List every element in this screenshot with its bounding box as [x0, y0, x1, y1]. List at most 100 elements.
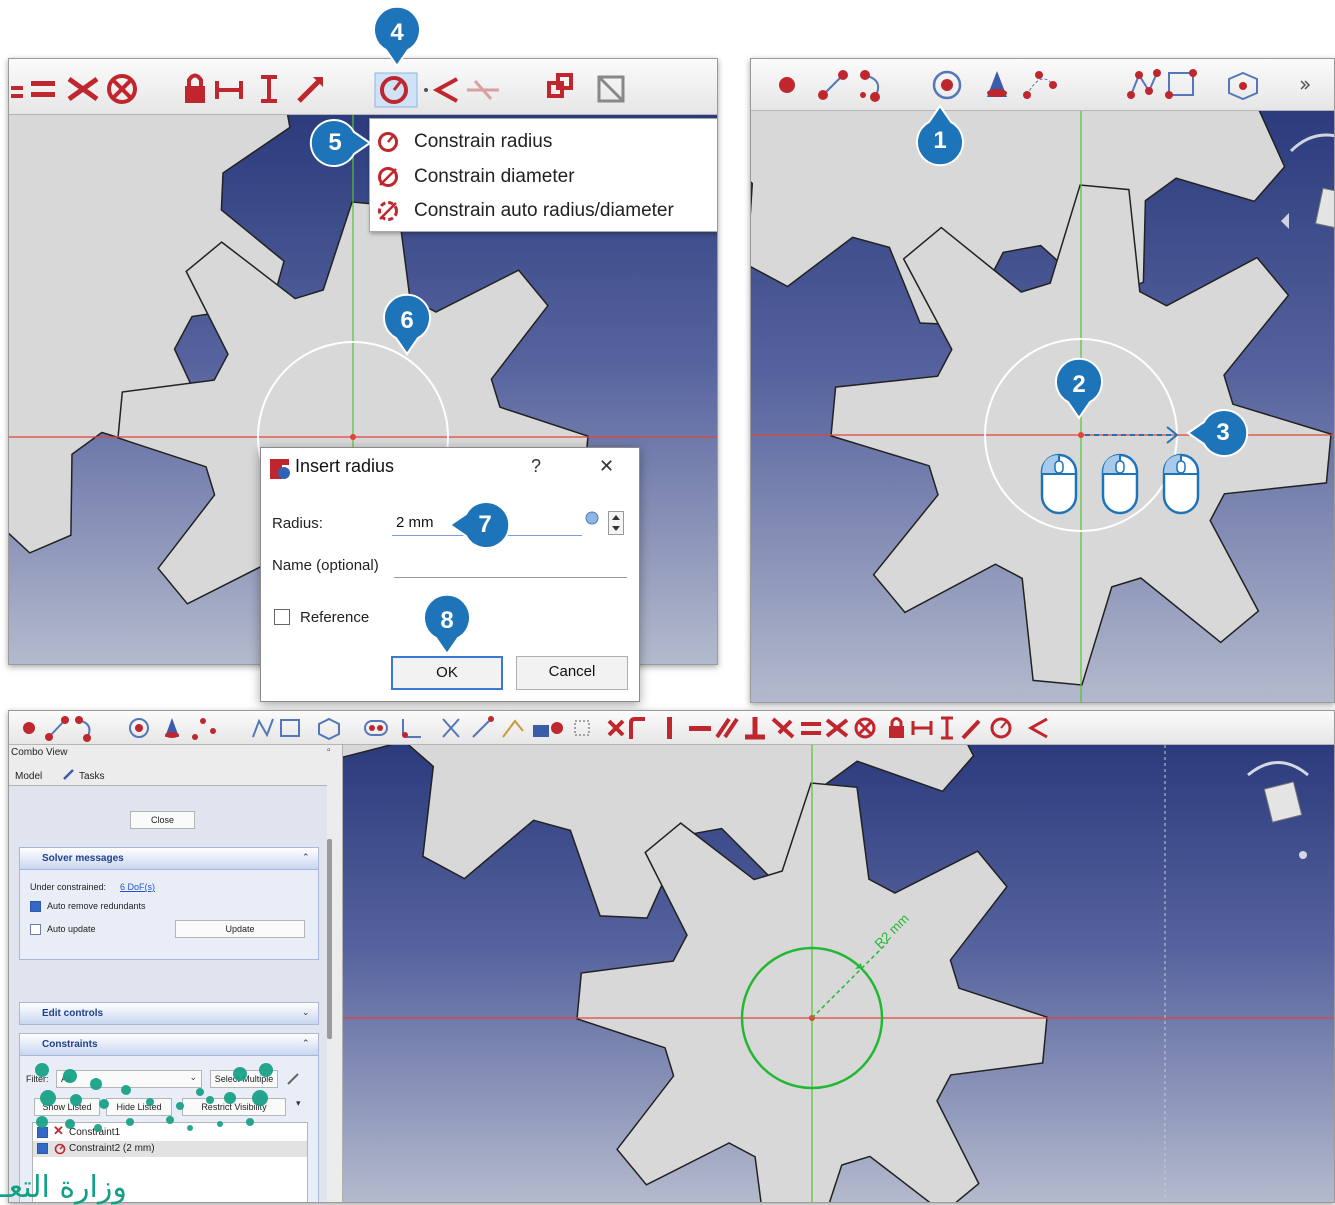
horizontal-distance-icon[interactable] [215, 81, 243, 99]
watermark-dot [36, 1116, 48, 1128]
chevron-down-icon[interactable]: ▾ [296, 1098, 301, 1109]
horizontal-icon[interactable] [689, 726, 711, 731]
scrollbar[interactable] [327, 839, 332, 1039]
menu-item-constrain-radius[interactable]: Constrain radius [370, 125, 717, 159]
tab-model[interactable]: Model [15, 771, 42, 782]
symmetric-icon[interactable] [67, 76, 99, 102]
angle-icon[interactable] [432, 77, 458, 103]
3d-viewport[interactable] [751, 111, 1334, 702]
arc-icon[interactable] [860, 70, 880, 102]
distance-icon[interactable] [961, 719, 981, 740]
extend-icon[interactable] [472, 716, 494, 738]
sketcher-geometry-toolbar [751, 59, 1334, 111]
point-icon[interactable] [779, 77, 795, 93]
polyline-icon[interactable] [1127, 69, 1161, 99]
line-icon[interactable] [45, 716, 69, 741]
circle-icon[interactable] [129, 718, 149, 738]
navigation-cube-icon[interactable] [1281, 133, 1335, 231]
tangent-icon[interactable] [771, 717, 795, 739]
bspline-icon[interactable] [1023, 71, 1057, 99]
equal-icon[interactable] [801, 722, 821, 735]
vertical-distance-icon[interactable] [941, 716, 953, 740]
toggle-driving-icon[interactable] [547, 73, 573, 98]
constraint-visibility-checkbox[interactable] [37, 1143, 48, 1154]
point-on-object-icon[interactable] [629, 717, 645, 739]
distance-icon[interactable] [297, 77, 323, 103]
expression-icon[interactable] [584, 510, 600, 526]
line-icon[interactable] [818, 70, 848, 100]
point-icon[interactable] [23, 722, 35, 734]
trim-icon[interactable] [442, 718, 460, 738]
callout-number: 3 [1216, 419, 1230, 446]
name-input[interactable] [394, 552, 627, 578]
dropdown-arrow-icon[interactable] [424, 88, 428, 92]
toolbar-overflow-icon[interactable] [1300, 80, 1311, 90]
horizontal-distance-icon[interactable] [911, 721, 933, 735]
reference-checkbox[interactable] [274, 609, 290, 625]
carbon-copy-icon[interactable] [533, 722, 563, 737]
3d-viewport[interactable]: R2 mm [343, 745, 1334, 1202]
help-button[interactable]: ? [531, 456, 541, 477]
bspline-icon[interactable] [192, 718, 216, 740]
expand-icon[interactable]: ⌄ [302, 1007, 310, 1018]
polygon-icon[interactable] [1228, 71, 1258, 101]
snell-law-icon[interactable] [467, 80, 499, 100]
callout-number: 7 [478, 511, 492, 538]
collapse-icon[interactable]: ⌃ [302, 1038, 310, 1049]
constrain-auto-radius-diameter-icon [378, 201, 398, 221]
cancel-button[interactable]: Cancel [516, 656, 628, 690]
menu-item-constrain-diameter[interactable]: Constrain diameter [370, 160, 717, 194]
external-geometry-icon[interactable] [502, 719, 524, 738]
update-button[interactable]: Update [175, 920, 305, 938]
solver-messages-header[interactable]: Solver messages [20, 848, 318, 870]
rectangle-icon[interactable] [280, 719, 300, 737]
constrain-radius-icon[interactable] [374, 72, 418, 108]
list-item[interactable]: Constraint2 (2 mm) [33, 1141, 307, 1157]
constrain-radius-icon[interactable] [990, 717, 1012, 739]
auto-update-checkbox[interactable] [30, 924, 41, 935]
lock-icon[interactable] [185, 73, 205, 104]
conic-icon[interactable] [987, 71, 1007, 97]
angle-icon[interactable] [1027, 717, 1048, 739]
symmetric-icon[interactable] [825, 718, 849, 738]
coincident-icon[interactable] [607, 719, 625, 737]
collapse-icon[interactable]: ⌃ [302, 852, 310, 863]
polygon-icon[interactable] [318, 717, 340, 741]
dof-link[interactable]: 6 DoF(s) [120, 882, 155, 892]
watermark-dot [187, 1125, 193, 1131]
conic-icon[interactable] [165, 718, 179, 738]
watermark-dot [196, 1088, 204, 1096]
close-button[interactable]: ✕ [599, 456, 614, 477]
close-task-button[interactable]: Close [130, 811, 195, 829]
block-icon[interactable] [854, 717, 876, 739]
parallel-icon[interactable] [715, 717, 739, 739]
step-callout-3: 3 [1186, 409, 1249, 457]
tab-tasks[interactable]: Tasks [79, 771, 105, 782]
perpendicular-icon[interactable] [745, 717, 765, 740]
lock-icon[interactable] [889, 717, 904, 739]
navigation-cube-icon[interactable] [1247, 761, 1309, 860]
block-icon[interactable] [107, 74, 137, 104]
vertical-icon[interactable] [667, 717, 672, 739]
vertical-distance-icon[interactable] [261, 75, 277, 103]
watermark-dot [65, 1119, 75, 1129]
circle-icon[interactable] [932, 70, 962, 100]
slot-icon[interactable] [364, 720, 388, 736]
toggle-active-icon[interactable] [597, 75, 625, 103]
edit-controls-header[interactable]: Edit controls [20, 1003, 318, 1025]
ok-button[interactable]: OK [391, 656, 503, 690]
polyline-icon[interactable] [252, 718, 274, 738]
construction-mode-icon[interactable] [574, 720, 590, 736]
auto-remove-redundants-checkbox[interactable] [30, 901, 41, 912]
spinbox-arrows-icon[interactable] [608, 511, 624, 535]
float-panel-icon[interactable]: ▫ [327, 745, 331, 756]
coincident-icon[interactable] [11, 86, 23, 98]
fillet-icon[interactable] [402, 719, 421, 738]
constraints-header[interactable]: Constraints [20, 1034, 318, 1056]
arc-icon[interactable] [75, 716, 91, 742]
constraint-name: Constraint2 (2 mm) [69, 1143, 155, 1154]
equal-icon[interactable] [31, 81, 55, 97]
rectangle-icon[interactable] [1165, 69, 1197, 99]
menu-item-constrain-auto-radius-diameter[interactable]: Constrain auto radius/diameter [370, 194, 717, 228]
step-callout-8: 8 [423, 593, 471, 656]
